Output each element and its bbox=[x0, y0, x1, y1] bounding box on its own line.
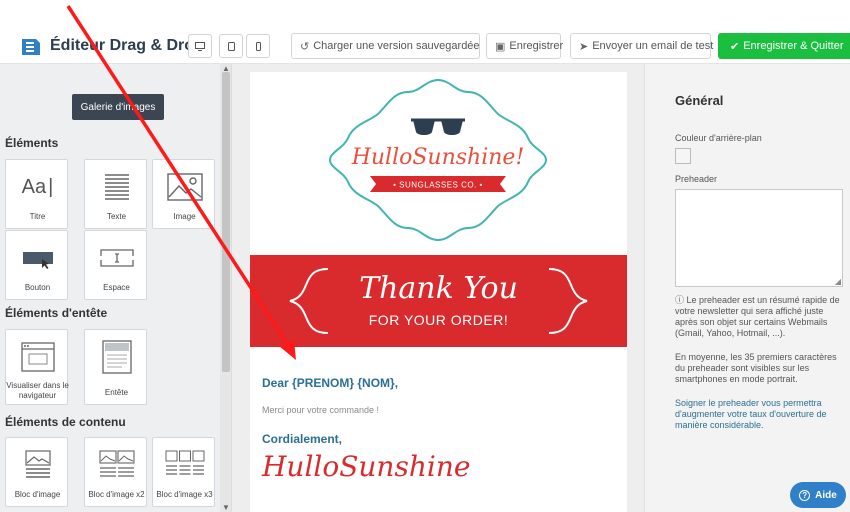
tile-label: Visualiser dans le navigateur bbox=[6, 381, 69, 400]
email-logo-block[interactable]: HulloSunshine! • SUNGLASSES CO. • bbox=[250, 72, 627, 252]
floppy-icon: ▣ bbox=[495, 40, 506, 53]
save-label: Enregistrer bbox=[509, 40, 564, 52]
browser-view-icon bbox=[6, 338, 69, 376]
tile-text[interactable]: Texte bbox=[84, 159, 147, 229]
tablet-icon bbox=[227, 41, 235, 51]
app-title: Éditeur Drag & Drop bbox=[50, 37, 204, 54]
send-test-label: Envoyer un email de test bbox=[592, 40, 714, 52]
logo-brand-text: HulloSunshine! bbox=[351, 145, 525, 170]
check-icon: ✔ bbox=[730, 40, 740, 53]
save-and-quit-button[interactable]: ✔ Enregistrer & Quitter ▼ bbox=[718, 33, 850, 59]
bg-color-label: Couleur d'arrière-plan bbox=[675, 133, 762, 143]
top-toolbar: Éditeur Drag & Drop ↺ Charger une versio… bbox=[0, 0, 850, 64]
desktop-view-button[interactable] bbox=[188, 34, 212, 58]
left-panel-scrollbar[interactable]: ▲ ▼ bbox=[220, 64, 231, 512]
tablet-view-button[interactable] bbox=[219, 34, 243, 58]
preheader-info-3: Soigner le preheader vous permettra d'au… bbox=[675, 398, 827, 430]
section-title-header-elements: Éléments d'entête bbox=[5, 306, 108, 320]
banner-subtitle: FOR YOUR ORDER! bbox=[368, 312, 509, 328]
tile-label: Entête bbox=[104, 388, 129, 397]
tile-label: Image bbox=[173, 212, 196, 221]
info-1-text: Le preheader est un résumé rapide de vot… bbox=[675, 295, 840, 338]
load-version-label: Charger une version sauvegardée bbox=[313, 40, 480, 52]
bg-color-picker[interactable] bbox=[675, 148, 691, 164]
tile-image-block[interactable]: Bloc d'image bbox=[5, 437, 68, 507]
info-circle-icon: ⓘ bbox=[675, 295, 687, 305]
scroll-thumb[interactable] bbox=[222, 72, 230, 372]
image-block-x3-icon bbox=[153, 446, 216, 484]
image-block-x2-icon bbox=[85, 446, 148, 484]
email-signature[interactable]: HulloSunshine bbox=[262, 450, 470, 483]
preheader-info-1: ⓘ Le preheader est un résumé rapide de v… bbox=[675, 295, 843, 339]
tile-image[interactable]: Image bbox=[152, 159, 215, 229]
scroll-down-icon[interactable]: ▼ bbox=[221, 503, 231, 512]
settings-title: Général bbox=[675, 93, 724, 108]
button-icon bbox=[6, 239, 69, 277]
section-title-elements: Éléments bbox=[5, 136, 59, 150]
text-aa-icon: Aa | bbox=[21, 175, 54, 198]
load-version-button[interactable]: ↺ Charger une version sauvegardée ▼ bbox=[291, 33, 493, 59]
preheader-info-2: En moyenne, les 35 premiers caractères d… bbox=[675, 352, 837, 384]
elements-panel: Galerie d'images Éléments Aa | Titre Text… bbox=[0, 64, 232, 512]
tile-label: Texte bbox=[106, 212, 127, 221]
tile-image-block-x2[interactable]: Bloc d'image x2 bbox=[84, 437, 147, 507]
tile-title[interactable]: Aa | Titre bbox=[5, 159, 68, 229]
email-greeting[interactable]: Dear {PRENOM} {NOM}, bbox=[262, 376, 398, 390]
tile-label: Bouton bbox=[24, 283, 51, 292]
hullosunshine-logo: HulloSunshine! • SUNGLASSES CO. • bbox=[328, 78, 548, 242]
mobile-icon bbox=[255, 41, 261, 51]
paragraph-lines-icon bbox=[85, 168, 148, 206]
preheader-label: Preheader bbox=[675, 174, 718, 184]
email-body-text[interactable]: Merci pour votre commande ! bbox=[262, 405, 379, 415]
email-closing[interactable]: Cordialement, bbox=[262, 432, 342, 446]
header-icon bbox=[85, 338, 148, 376]
section-title-content-elements: Éléments de contenu bbox=[5, 415, 126, 429]
tile-image-block-x3[interactable]: Bloc d'image x3 bbox=[152, 437, 215, 507]
image-block-icon bbox=[6, 446, 69, 484]
email-preview: HulloSunshine! • SUNGLASSES CO. • Thank … bbox=[250, 72, 627, 512]
tile-label: Bloc d'image x3 bbox=[156, 490, 213, 499]
tile-spacer[interactable]: Espace bbox=[84, 230, 147, 300]
tile-label: Bloc d'image x2 bbox=[88, 490, 145, 499]
spacer-icon bbox=[85, 239, 148, 277]
preheader-textarea[interactable]: ◢ bbox=[675, 189, 843, 287]
tile-button[interactable]: Bouton bbox=[5, 230, 68, 300]
tile-header[interactable]: Entête bbox=[84, 329, 147, 405]
editor-canvas: HulloSunshine! • SUNGLASSES CO. • Thank … bbox=[232, 64, 644, 512]
help-label: Aide bbox=[815, 489, 837, 501]
tile-label: Titre bbox=[29, 212, 46, 221]
logo-ribbon-text: • SUNGLASSES CO. • bbox=[393, 181, 483, 190]
save-button[interactable]: ▣ Enregistrer bbox=[486, 33, 564, 59]
tile-view-in-browser[interactable]: Visualiser dans le navigateur bbox=[5, 329, 69, 405]
mobile-view-button[interactable] bbox=[246, 34, 270, 58]
tile-label: Espace bbox=[103, 283, 130, 292]
help-button[interactable]: ? Aide bbox=[790, 482, 846, 508]
thank-you-banner[interactable]: Thank You FOR YOUR ORDER! bbox=[250, 255, 627, 347]
save-quit-label: Enregistrer & Quitter bbox=[743, 40, 844, 52]
resize-grip-icon[interactable]: ◢ bbox=[835, 277, 841, 286]
tile-label: Bloc d'image bbox=[14, 490, 61, 499]
question-icon: ? bbox=[799, 489, 811, 501]
send-test-email-button[interactable]: ➤ Envoyer un email de test bbox=[570, 33, 714, 59]
image-gallery-button[interactable]: Galerie d'images bbox=[72, 94, 164, 120]
image-icon bbox=[153, 168, 216, 206]
desktop-icon bbox=[195, 41, 205, 51]
history-icon: ↺ bbox=[300, 40, 310, 53]
editor-logo-icon bbox=[22, 39, 40, 55]
paper-plane-icon: ➤ bbox=[579, 40, 589, 53]
banner-title: Thank You bbox=[359, 271, 518, 306]
settings-panel: Général Couleur d'arrière-plan Preheader… bbox=[644, 64, 850, 512]
